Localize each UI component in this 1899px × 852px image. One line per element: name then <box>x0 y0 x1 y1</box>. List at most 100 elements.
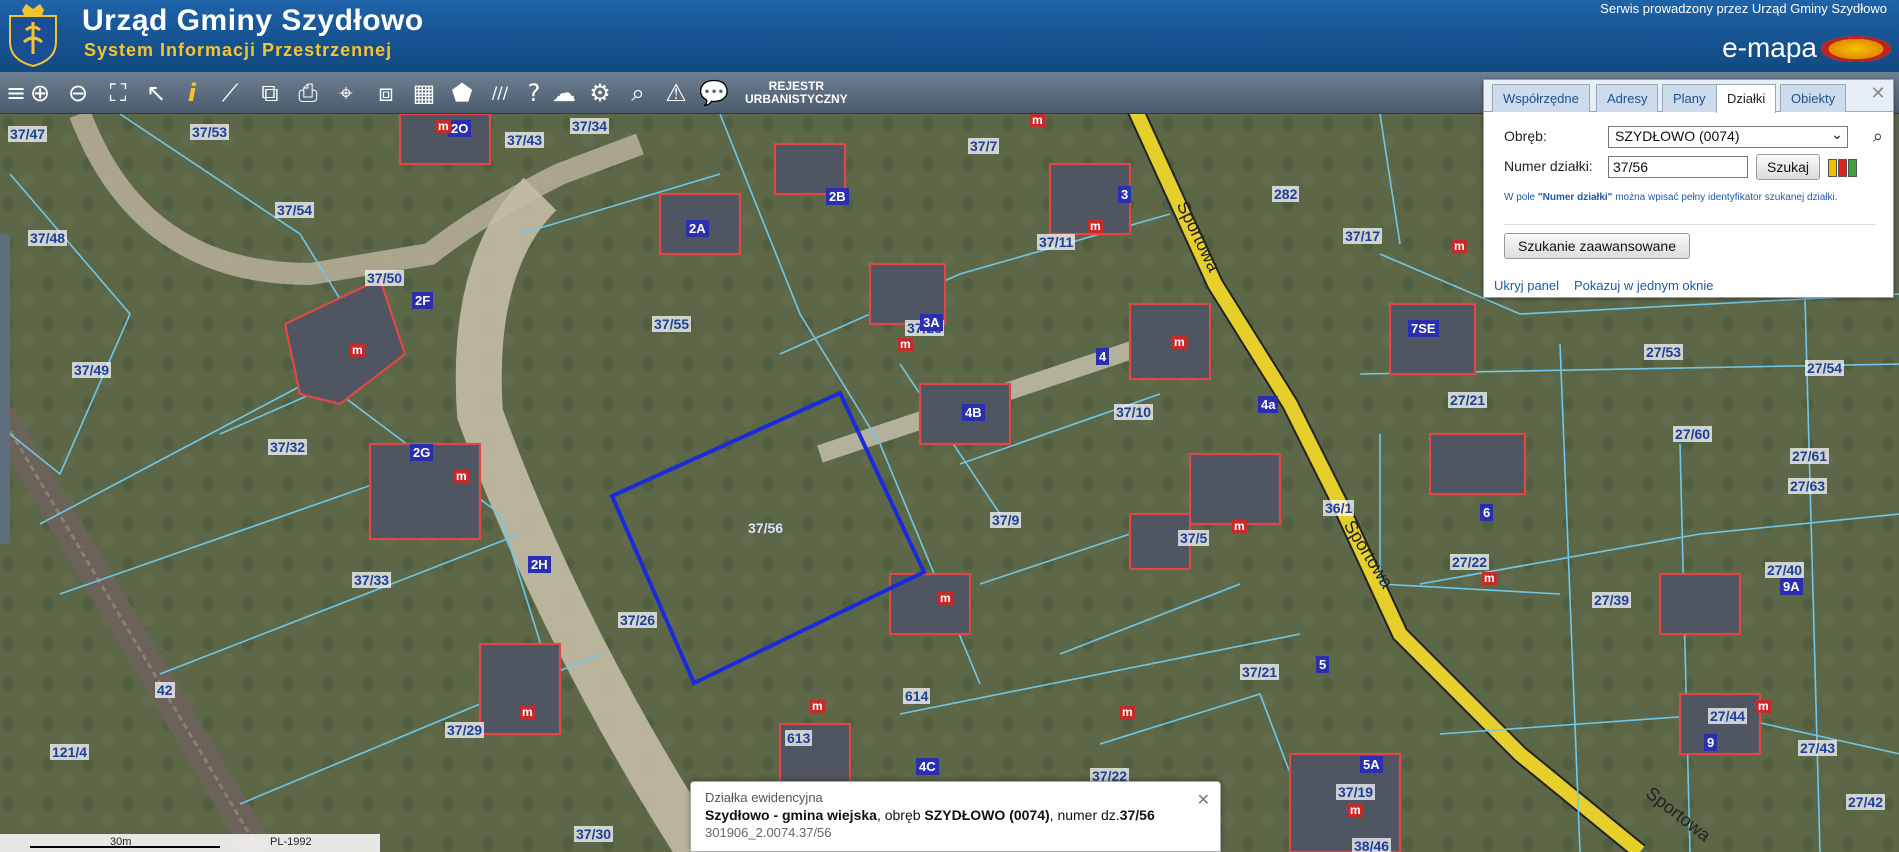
parcel-label[interactable]: 37/55 <box>652 316 692 332</box>
parcel-label[interactable]: 38/46 <box>1352 838 1392 852</box>
parcel-label[interactable]: 37/50 <box>365 270 405 286</box>
parcel-label[interactable]: 27/53 <box>1644 344 1684 360</box>
show-one-window-link[interactable]: Pokazuj w jednym oknie <box>1574 278 1713 293</box>
parcel-label[interactable]: 37/33 <box>352 572 392 588</box>
hide-panel-link[interactable]: Ukryj panel <box>1494 278 1559 293</box>
parcel-label[interactable]: 613 <box>785 730 813 746</box>
search-map-icon[interactable]: ⌕ <box>622 77 654 109</box>
search-icon[interactable]: ⌕ <box>1873 126 1883 147</box>
parcel-label[interactable]: 37/26 <box>618 612 658 628</box>
parcel-label[interactable]: 37/7 <box>968 138 1000 154</box>
parcel-label[interactable]: 37/56 <box>746 520 785 536</box>
parcel-label[interactable]: 37/53 <box>190 124 230 140</box>
parcel-label[interactable]: 37/5 <box>1178 530 1210 546</box>
color-swatch-red[interactable] <box>1838 159 1847 177</box>
tab-plany[interactable]: Plany <box>1662 84 1717 112</box>
warning-icon[interactable]: ⚠ <box>660 77 692 109</box>
popup-parcel-number: 37/56 <box>1119 807 1155 823</box>
color-swatch-yellow[interactable] <box>1828 159 1837 177</box>
compare-icon[interactable]: ⧈ <box>370 77 402 109</box>
search-hint: W pole "Numer działki" można wpisać pełn… <box>1504 192 1884 203</box>
settings-icon[interactable]: ⚙ <box>584 77 616 109</box>
parcel-label[interactable]: 37/29 <box>445 722 485 738</box>
side-collapse-handle[interactable] <box>0 234 10 544</box>
info-icon[interactable]: i <box>176 77 208 109</box>
parcel-label[interactable]: 37/47 <box>8 126 48 142</box>
print-icon[interactable]: ⎙ <box>292 77 324 109</box>
panel-close-icon[interactable]: ✕ <box>1869 85 1887 103</box>
tab-dzialki[interactable]: Działki <box>1716 84 1777 113</box>
search-panel: Współrzędne Adresy Plany Działki Obiekty… <box>1483 79 1894 298</box>
location-icon[interactable]: ⌖ <box>330 77 362 109</box>
pointer-icon[interactable]: ↖ <box>140 77 172 109</box>
advanced-search-button[interactable]: Szukanie zaawansowane <box>1504 233 1690 259</box>
zoom-in-icon[interactable]: ⊕ <box>24 77 56 109</box>
parcel-label[interactable]: 37/11 <box>1037 234 1076 250</box>
measure-distance-icon[interactable]: ⟋ <box>214 77 246 109</box>
tab-wspolrzedne[interactable]: Współrzędne <box>1492 84 1590 112</box>
parcel-label[interactable]: 37/34 <box>570 118 610 134</box>
hint-suffix: można wpisać pełny identyfikator szukane… <box>1612 192 1838 203</box>
parcel-label[interactable]: 27/61 <box>1790 448 1830 464</box>
parcel-label[interactable]: 37/32 <box>268 439 308 455</box>
house-number-label: 4B <box>962 404 985 421</box>
tab-obiekty[interactable]: Obiekty <box>1780 84 1847 112</box>
parcel-label[interactable]: 27/63 <box>1788 478 1828 494</box>
house-number-label: 6 <box>1480 504 1494 521</box>
house-number-label: 4 <box>1096 348 1110 365</box>
house-number-label: 2F <box>412 292 434 309</box>
layout-icon[interactable]: ▦ <box>408 77 440 109</box>
parcel-label[interactable]: 27/22 <box>1450 554 1490 570</box>
parcel-label[interactable]: 282 <box>1272 186 1300 202</box>
parcel-label[interactable]: 42 <box>155 682 175 698</box>
parcel-label[interactable]: 27/43 <box>1798 740 1838 756</box>
hatch-icon[interactable]: /// <box>484 77 516 109</box>
building-marker: m <box>1120 705 1135 719</box>
popup-description: Szydłowo - gmina wiejska, obręb SZYDŁOWO… <box>705 807 1206 823</box>
parcel-label[interactable]: 37/54 <box>275 202 315 218</box>
parcel-label[interactable]: 37/17 <box>1343 228 1383 244</box>
building-marker: m <box>436 119 451 133</box>
parcel-label[interactable]: 36/1 <box>1323 500 1355 516</box>
cloud-upload-icon[interactable]: ☁ <box>548 77 580 109</box>
parcel-label[interactable]: 27/44 <box>1708 708 1748 724</box>
parcel-label[interactable]: 614 <box>903 688 931 704</box>
comment-icon[interactable]: 💬 <box>698 77 730 109</box>
obreb-select[interactable]: SZYDŁOWO (0074) ⌄ <box>1608 126 1848 148</box>
parcel-label[interactable]: 27/21 <box>1448 392 1488 408</box>
popup-num-prefix: , numer dz. <box>1049 807 1120 823</box>
parcel-label[interactable]: 37/49 <box>72 362 112 378</box>
parcel-label[interactable]: 37/48 <box>28 230 68 246</box>
parcel-label[interactable]: 27/60 <box>1673 426 1713 442</box>
help-icon[interactable]: ? <box>518 77 550 109</box>
parcel-label[interactable]: 37/43 <box>505 132 545 148</box>
parcel-label[interactable]: 37/10 <box>1114 404 1154 420</box>
parcel-label[interactable]: 27/42 <box>1846 794 1886 810</box>
parcel-label[interactable]: 37/30 <box>574 826 614 842</box>
tab-adresy[interactable]: Adresy <box>1596 84 1659 112</box>
numer-dzialki-input[interactable]: 37/56 <box>1608 156 1748 178</box>
draw-shape-icon[interactable]: ⬟ <box>446 77 478 109</box>
popup-close-icon[interactable]: ✕ <box>1197 790 1210 809</box>
search-button[interactable]: Szukaj <box>1756 154 1820 180</box>
measure-area-icon[interactable]: ⧉ <box>254 77 286 109</box>
register-label-2: URBANISTYCZNY <box>745 92 848 106</box>
house-number-label: 2H <box>528 556 551 573</box>
zoom-extent-icon[interactable]: ⛶ <box>102 77 134 109</box>
parcel-label[interactable]: 121/4 <box>50 744 90 760</box>
service-provider-text: Serwis prowadzony przez Urząd Gminy Szyd… <box>1600 1 1887 16</box>
house-number-label: 2B <box>826 188 849 205</box>
parcel-label[interactable]: 27/39 <box>1592 592 1632 608</box>
parcel-label[interactable]: 37/19 <box>1336 784 1376 800</box>
parcel-label[interactable]: 37/9 <box>990 512 1022 528</box>
parcel-label[interactable]: 27/40 <box>1765 562 1805 578</box>
popup-desc-mid: , obręb <box>876 807 925 823</box>
zoom-out-icon[interactable]: ⊖ <box>62 77 94 109</box>
panel-divider <box>1504 224 1876 225</box>
color-swatch-green[interactable] <box>1848 159 1857 177</box>
parcel-info-popup: Działka ewidencyjna Szydłowo - gmina wie… <box>690 781 1221 852</box>
parcel-label[interactable]: 37/21 <box>1240 664 1280 680</box>
building-marker: m <box>898 337 913 351</box>
parcel-label[interactable]: 27/54 <box>1805 360 1845 376</box>
register-urbanistyczny-button[interactable]: REJESTR URBANISTYCZNY <box>745 80 848 106</box>
